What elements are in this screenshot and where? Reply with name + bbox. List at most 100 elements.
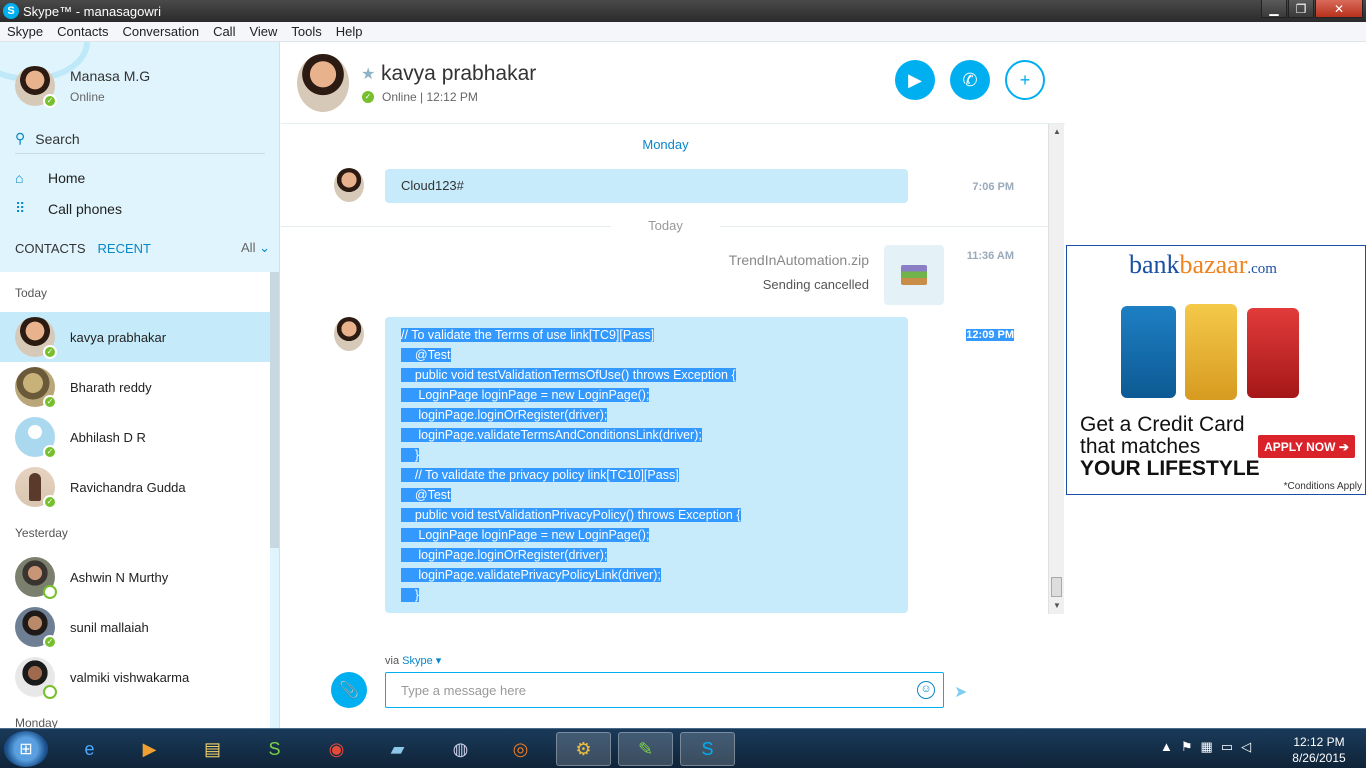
menu-view[interactable]: View xyxy=(242,24,284,39)
menu-bar: Skype Contacts Conversation Call View To… xyxy=(0,22,1366,42)
contact-name: Abhilash D R xyxy=(70,429,146,445)
scrollbar-thumb[interactable] xyxy=(1051,577,1062,597)
code-line: loginPage.loginOrRegister(driver); xyxy=(401,405,892,425)
my-profile[interactable]: ✓ Manasa M.G Online xyxy=(15,66,150,108)
list-item[interactable]: ✓ Ravichandra Gudda xyxy=(0,462,270,512)
file-transfer-status: Sending cancelled xyxy=(762,277,869,292)
search-bar[interactable]: ⚲ Search xyxy=(15,124,265,154)
code-line: loginPage.validateTermsAndConditionsLink… xyxy=(401,425,892,445)
attach-file-button[interactable]: 📎 xyxy=(331,672,367,708)
nav-call-phones[interactable]: ⠿ Call phones xyxy=(15,200,122,217)
offline-status-icon xyxy=(43,585,57,599)
group-header: Today xyxy=(0,272,270,312)
firefox-icon[interactable]: ◎ xyxy=(493,732,548,766)
system-clock[interactable]: 12:12 PM 8/26/2015 xyxy=(1284,734,1354,766)
favorite-star-icon[interactable]: ★ xyxy=(361,64,375,84)
add-person-icon: + xyxy=(1019,69,1031,90)
paperclip-icon: 📎 xyxy=(339,682,359,699)
nav-home[interactable]: ⌂ Home xyxy=(15,170,85,186)
via-selector[interactable]: via Skype ▾ xyxy=(385,654,441,667)
add-people-button[interactable]: + xyxy=(1005,60,1045,100)
network-icon[interactable]: ▦ xyxy=(1201,739,1213,755)
chrome-icon[interactable]: ◉ xyxy=(309,732,364,766)
message-timestamp: 12:09 PM xyxy=(921,329,1014,341)
code-line-text: LoginPage loginPage = new LoginPage(); xyxy=(401,388,650,402)
internet-explorer-icon[interactable]: e xyxy=(62,732,117,766)
show-hidden-icons-icon[interactable]: ▲ xyxy=(1160,739,1173,755)
message-history: Monday Cloud123# 7:06 PM Today TrendInAu… xyxy=(281,124,1050,614)
code-line-text: @Test xyxy=(401,488,451,502)
search-label: Search xyxy=(35,130,80,147)
day-separator-monday: Monday xyxy=(642,137,689,152)
video-camera-icon: ▶ xyxy=(908,69,922,90)
ad-headline-line: Get a Credit Card xyxy=(1080,413,1245,436)
emoticon-icon[interactable]: ☺ xyxy=(917,681,935,699)
maximize-button[interactable]: ❐ xyxy=(1288,0,1314,18)
list-item[interactable]: ✓ Abhilash D R xyxy=(0,412,270,462)
video-call-button[interactable]: ▶ xyxy=(895,60,935,100)
media-player-icon[interactable]: ▶ xyxy=(122,732,177,766)
menu-call[interactable]: Call xyxy=(206,24,242,39)
taskbar: ⊞ e ▶ ▤ S ◉ ▰ ◍ ◎ ⚙ ✎ S ▲ ⚑ ▦ ▭ ◁ 12:12 … xyxy=(0,728,1366,768)
tab-contacts[interactable]: CONTACTS xyxy=(15,241,86,256)
tab-recent[interactable]: RECENT xyxy=(98,241,151,256)
scroll-up-arrow-icon[interactable]: ▲ xyxy=(1049,124,1065,140)
credit-card-bag-image xyxy=(1121,306,1176,398)
close-button[interactable]: ✕ xyxy=(1315,0,1363,18)
list-item[interactable]: valmiki vishwakarma xyxy=(0,652,270,702)
avatar: ✓ xyxy=(15,317,57,359)
java-ee-ide-icon[interactable]: ⚙ xyxy=(556,732,611,766)
send-button[interactable]: ➤ xyxy=(954,682,967,702)
message-scrollbar[interactable]: ▲ ▼ xyxy=(1048,124,1064,614)
notepad-plus-icon[interactable]: ✎ xyxy=(618,732,673,766)
menu-skype[interactable]: Skype xyxy=(0,24,50,39)
scroll-down-arrow-icon[interactable]: ▼ xyxy=(1049,598,1065,614)
clock-time: 12:12 PM xyxy=(1293,735,1345,749)
volume-muted-icon[interactable]: ◁ xyxy=(1241,739,1251,755)
apply-now-button[interactable]: APPLY NOW ➔ xyxy=(1258,435,1355,458)
file-explorer-icon[interactable]: ▤ xyxy=(185,732,240,766)
spreadsheet-app-icon[interactable]: S xyxy=(247,732,302,766)
minimize-button[interactable]: ▁ xyxy=(1261,0,1287,18)
menu-tools[interactable]: Tools xyxy=(284,24,328,39)
list-item[interactable]: Ashwin N Murthy xyxy=(0,552,270,602)
display-icon[interactable]: ▭ xyxy=(1221,739,1233,755)
voice-call-button[interactable]: ✆ xyxy=(950,60,990,100)
code-line-text: } xyxy=(401,588,420,602)
menu-help[interactable]: Help xyxy=(329,24,370,39)
contact-status-text: Online | 12:12 PM xyxy=(382,90,478,104)
contact-name: kavya prabhakar xyxy=(381,62,537,85)
via-service: Skype xyxy=(402,655,433,667)
code-line: } xyxy=(401,585,892,605)
contact-name: Bharath reddy xyxy=(70,379,152,395)
action-center-flag-icon[interactable]: ⚑ xyxy=(1181,739,1193,755)
skype-taskbar-icon[interactable]: S xyxy=(680,732,735,766)
chevron-down-icon: ⌄ xyxy=(259,240,270,255)
list-item[interactable]: ✓ Bharath reddy xyxy=(0,362,270,412)
message-bubble[interactable]: Cloud123# xyxy=(385,169,908,203)
file-name[interactable]: TrendInAutomation.zip xyxy=(661,252,869,268)
ad-brand-part: bazaar xyxy=(1179,250,1248,279)
list-item[interactable]: ✓ sunil mallaiah xyxy=(0,602,270,652)
eclipse-icon[interactable]: ◍ xyxy=(433,732,488,766)
list-item[interactable]: ✓ kavya prabhakar xyxy=(0,312,270,362)
contact-name: sunil mallaiah xyxy=(70,619,149,635)
code-line-text: loginPage.validateTermsAndConditionsLink… xyxy=(401,428,702,442)
advertisement[interactable]: bankbazaar.com Get a Credit Card that ma… xyxy=(1066,245,1366,495)
menu-conversation[interactable]: Conversation xyxy=(115,24,206,39)
notes-app-icon[interactable]: ▰ xyxy=(370,732,425,766)
filter-dropdown[interactable]: All ⌄ xyxy=(241,240,270,256)
contact-avatar[interactable] xyxy=(297,54,349,112)
message-input[interactable] xyxy=(386,673,906,707)
code-message-bubble[interactable]: // To validate the Terms of use link[TC9… xyxy=(385,317,908,613)
menu-contacts[interactable]: Contacts xyxy=(50,24,115,39)
ad-headline: Get a Credit Card that matches YOUR LIFE… xyxy=(1080,414,1260,480)
apply-now-label: APPLY NOW xyxy=(1264,439,1336,454)
code-line-text: } xyxy=(401,448,420,462)
start-button[interactable]: ⊞ xyxy=(4,731,48,767)
sender-avatar xyxy=(334,168,364,202)
sidebar-scrollbar[interactable] xyxy=(270,272,279,548)
message-timestamp: 7:06 PM xyxy=(972,181,1014,193)
online-status-icon: ✓ xyxy=(43,395,57,409)
code-line: @Test xyxy=(401,485,892,505)
